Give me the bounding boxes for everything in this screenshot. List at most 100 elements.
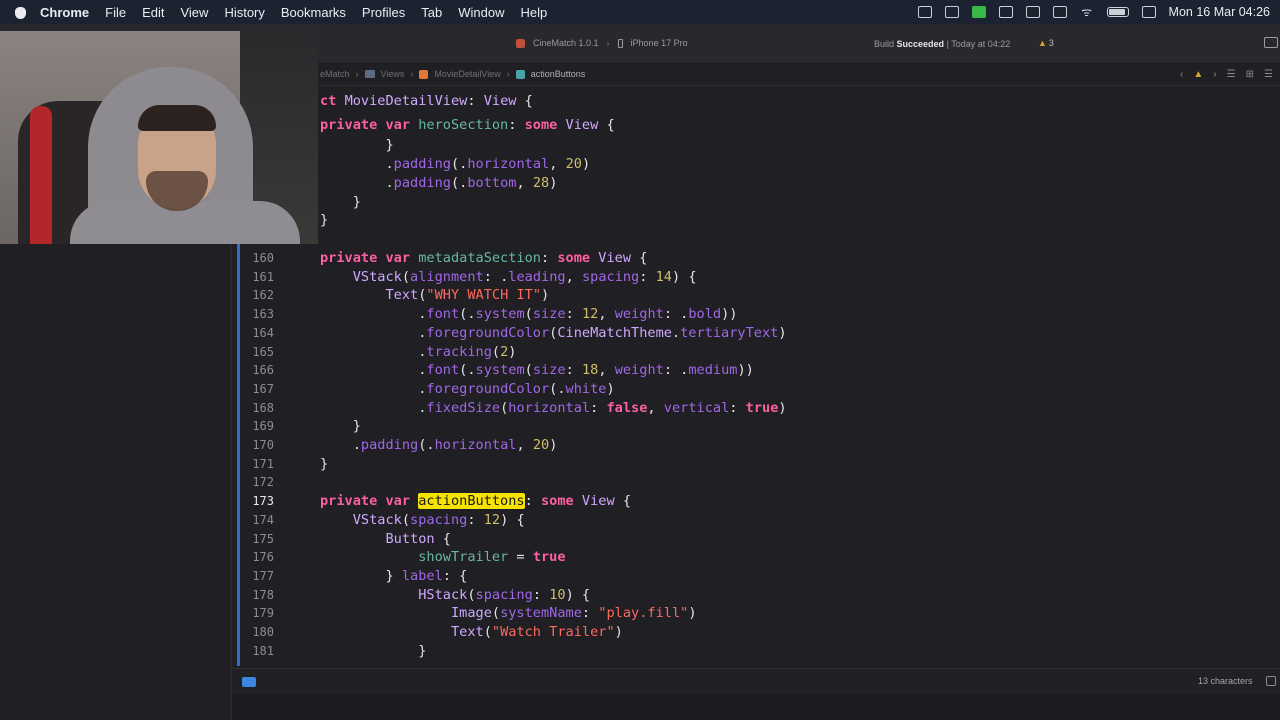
code-token: (. xyxy=(450,175,468,191)
line-number[interactable]: 175 xyxy=(240,530,274,549)
clock[interactable]: Mon 16 Mar 04:26 xyxy=(1169,5,1270,19)
menu-item-profiles[interactable]: Profiles xyxy=(354,5,413,20)
menu-item-edit[interactable]: Edit xyxy=(134,5,172,20)
code-token: (. xyxy=(459,306,476,323)
code-line[interactable]: Image(systemName: "play.fill") xyxy=(320,604,697,623)
warning-icon[interactable]: ▲ xyxy=(1193,69,1203,80)
chevron-right-icon: › xyxy=(506,69,510,79)
code-line[interactable]: .padding(.horizontal, 20) xyxy=(320,436,558,455)
line-number[interactable]: 171 xyxy=(240,455,274,474)
display-icon[interactable] xyxy=(944,6,959,18)
forward-icon[interactable]: › xyxy=(1213,69,1216,80)
line-number[interactable]: 166 xyxy=(240,361,274,380)
line-number[interactable]: 173 xyxy=(240,492,274,511)
back-icon[interactable]: ‹ xyxy=(1180,69,1183,80)
line-number[interactable]: 178 xyxy=(240,586,274,605)
code-token: 12 xyxy=(581,306,599,323)
device-name[interactable]: iPhone 17 Pro xyxy=(631,38,688,48)
line-number[interactable]: 180 xyxy=(240,623,274,642)
more-icon[interactable]: ☰ xyxy=(1264,69,1273,80)
line-number[interactable]: 160 xyxy=(240,249,274,268)
scheme-selector[interactable]: CineMatch 1.0.1 › iPhone 17 Pro xyxy=(516,38,688,48)
debug-area-toggle-icon[interactable] xyxy=(242,677,256,687)
line-number[interactable]: 169 xyxy=(240,417,274,436)
line-number[interactable]: 163 xyxy=(240,305,274,324)
line-number[interactable]: 161 xyxy=(240,268,274,287)
pen-icon[interactable] xyxy=(998,6,1013,18)
notion-icon[interactable] xyxy=(1025,6,1040,18)
code-line[interactable]: } xyxy=(320,455,328,474)
code-line[interactable]: .font(.system(size: 18, weight: .medium)… xyxy=(320,361,754,380)
line-number[interactable]: 174 xyxy=(240,511,274,530)
folder-icon xyxy=(364,70,375,78)
breadcrumb-project[interactable]: eMatch xyxy=(320,69,350,79)
camera-icon[interactable] xyxy=(971,6,986,18)
line-number[interactable]: 179 xyxy=(240,604,274,623)
menu-item-history[interactable]: History xyxy=(216,5,272,20)
line-number[interactable]: 164 xyxy=(240,324,274,343)
menu-item-chrome[interactable]: Chrome xyxy=(40,5,97,20)
menu-item-file[interactable]: File xyxy=(97,5,134,20)
inspector-toggle-icon[interactable] xyxy=(1264,37,1278,48)
play-icon[interactable] xyxy=(1052,6,1067,18)
code-line[interactable]: Text("Watch Trailer") xyxy=(320,623,623,642)
menu-item-window[interactable]: Window xyxy=(450,5,512,20)
code-token: : . xyxy=(663,306,689,323)
code-line: } xyxy=(320,211,328,230)
screen-record-icon[interactable] xyxy=(917,6,932,18)
line-number[interactable]: 177 xyxy=(240,567,274,586)
scheme-name[interactable]: CineMatch 1.0.1 xyxy=(533,38,599,48)
line-number[interactable]: 181 xyxy=(240,642,274,661)
menu-item-tab[interactable]: Tab xyxy=(413,5,450,20)
add-editor-icon[interactable]: ⊞ xyxy=(1246,69,1254,80)
line-number[interactable]: 168 xyxy=(240,399,274,418)
wifi-icon[interactable]: ᯤ xyxy=(1080,6,1094,18)
breadcrumb-file[interactable]: MovieDetailView xyxy=(434,69,500,79)
code-line[interactable]: } xyxy=(320,642,426,661)
code-line[interactable]: } xyxy=(320,417,361,436)
code-token: : xyxy=(467,93,484,109)
build-time: | Today at 04:22 xyxy=(946,39,1011,49)
menu-item-bookmarks[interactable]: Bookmarks xyxy=(273,5,354,20)
control-center-icon[interactable] xyxy=(1141,6,1156,18)
code-editor[interactable]: 160 private var metadataSection: some Vie… xyxy=(240,244,1280,666)
line-number[interactable]: 176 xyxy=(240,548,274,567)
code-line[interactable]: HStack(spacing: 10) { xyxy=(320,586,590,605)
menu-item-view[interactable]: View xyxy=(172,5,216,20)
code-line[interactable]: private var metadataSection: some View { xyxy=(320,249,647,268)
breadcrumb-symbol[interactable]: actionButtons xyxy=(531,69,586,79)
code-token: Button xyxy=(385,530,435,547)
code-token: : . xyxy=(663,362,689,379)
breadcrumb-folder[interactable]: Views xyxy=(381,69,405,79)
code-line[interactable]: VStack(spacing: 12) { xyxy=(320,511,525,530)
code-line[interactable]: private var actionButtons: some View { xyxy=(320,492,631,511)
minimap-icon[interactable]: ☰ xyxy=(1227,69,1236,80)
menu-item-help[interactable]: Help xyxy=(513,5,556,20)
code-token: : xyxy=(565,306,582,323)
apple-logo-icon[interactable] xyxy=(0,2,40,22)
line-number[interactable]: 172 xyxy=(240,473,274,492)
battery-icon[interactable] xyxy=(1106,7,1129,17)
code-line[interactable]: showTrailer = true xyxy=(320,548,565,567)
code-line[interactable]: .tracking(2) xyxy=(320,343,516,362)
code-line[interactable]: VStack(alignment: .leading, spacing: 14)… xyxy=(320,268,697,287)
code-token: . xyxy=(320,156,394,172)
line-number[interactable]: 165 xyxy=(240,343,274,362)
code-token: 18 xyxy=(581,362,599,379)
line-number[interactable]: 167 xyxy=(240,380,274,399)
line-number[interactable]: 162 xyxy=(240,286,274,305)
debug-split-icon[interactable] xyxy=(1266,676,1276,686)
code-line[interactable]: .fixedSize(horizontal: false, vertical: … xyxy=(320,399,786,418)
line-number[interactable]: 170 xyxy=(240,436,274,455)
code-token: actionButtons xyxy=(418,493,525,510)
code-line[interactable]: Button { xyxy=(320,530,450,549)
code-line[interactable]: .foregroundColor(CineMatchTheme.tertiary… xyxy=(320,324,786,343)
code-token: . xyxy=(320,380,427,397)
chair-stripe xyxy=(30,106,52,244)
code-line[interactable]: Text("WHY WATCH IT") xyxy=(320,286,549,305)
code-line[interactable]: } label: { xyxy=(320,567,467,586)
code-line[interactable]: .foregroundColor(.white) xyxy=(320,380,614,399)
code-line[interactable]: .font(.system(size: 12, weight: .bold)) xyxy=(320,305,737,324)
warnings-badge[interactable]: ▲ 3 xyxy=(1038,38,1054,48)
